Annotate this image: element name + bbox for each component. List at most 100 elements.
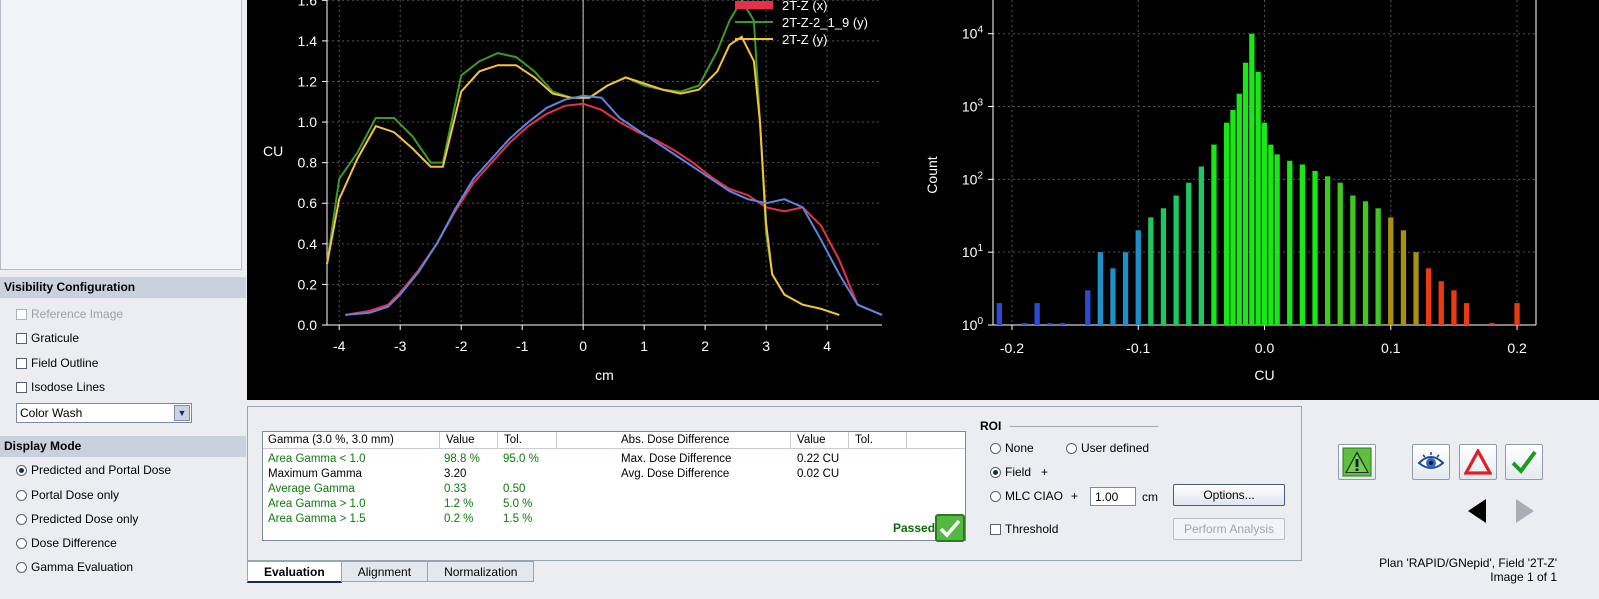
dose-row-value: 0.02 CU	[797, 468, 840, 480]
radio-dot[interactable]	[16, 464, 27, 476]
checkbox-box[interactable]	[16, 381, 27, 393]
radio-dot[interactable]	[1066, 442, 1077, 454]
mode-dose-difference-radio[interactable]: Dose Difference	[16, 534, 117, 552]
y-tick-label: 0.2	[298, 276, 318, 292]
checkbox-box[interactable]	[16, 332, 27, 344]
gamma-row-value: 3.20	[444, 468, 467, 480]
delta-icon	[1464, 449, 1492, 475]
histogram-bar	[1375, 208, 1381, 325]
radio-dot[interactable]	[16, 537, 27, 549]
checkbox-box[interactable]	[16, 308, 27, 320]
bottom-tabs: Evaluation Alignment Normalization	[247, 561, 535, 583]
x-tick-label: -2	[455, 338, 468, 354]
y-axis-label: Count	[924, 156, 940, 193]
roi-field-radio[interactable]: Field +	[990, 465, 1048, 479]
tab-normalization[interactable]: Normalization	[427, 561, 535, 582]
mode-portal-only-radio[interactable]: Portal Dose only	[16, 486, 119, 504]
histogram-bar	[1047, 323, 1053, 325]
y-tick-label: 1.2	[298, 73, 318, 89]
histogram-bar	[1186, 182, 1192, 325]
histogram-plot-panel: -0.2 -0.1 0.0 0.1 0.2 100 101 102 103 104 CU Count	[907, 0, 1599, 400]
roi-divider	[1010, 426, 1158, 427]
histogram-bar	[1514, 303, 1520, 325]
options-button[interactable]: Options...	[1173, 484, 1285, 506]
radio-label: Predicted Dose only	[31, 512, 139, 526]
tab-evaluation[interactable]: Evaluation	[247, 561, 342, 583]
gamma-row-tol: 95.0 %	[503, 453, 539, 465]
legend-label: 2T-Z-2_1_9 (y)	[782, 15, 868, 30]
x-tick-label: 0.2	[1507, 340, 1527, 356]
chevron-down-icon[interactable]: ▼	[174, 405, 190, 421]
histogram-bar	[1135, 230, 1141, 325]
histogram-bar	[1299, 164, 1305, 325]
histogram-bar	[1413, 252, 1419, 325]
radio-dot[interactable]	[990, 466, 1001, 478]
warning-button[interactable]	[1338, 444, 1376, 480]
colormap-value: Color Wash	[20, 406, 83, 420]
x-tick-label: -1	[516, 338, 529, 354]
histogram-bar	[1021, 323, 1028, 325]
histogram-bar	[1148, 217, 1154, 325]
checkmark-icon	[1511, 450, 1537, 475]
histogram-bar	[1224, 122, 1230, 325]
passed-label: Passed	[893, 521, 936, 535]
threshold-checkbox[interactable]: Threshold	[990, 522, 1058, 536]
histogram-bar	[1211, 144, 1217, 325]
histogram-bar	[1110, 268, 1116, 325]
radio-dot[interactable]	[16, 489, 27, 501]
histogram-bar	[1268, 144, 1274, 325]
visibility-config-header: Visibility Configuration	[0, 277, 246, 298]
tab-alignment[interactable]: Alignment	[340, 561, 429, 582]
gamma-row-value: 0.33	[444, 483, 467, 495]
y-tick-label: 103	[962, 98, 984, 115]
histogram-bar	[1312, 171, 1318, 325]
histogram-bar	[1122, 252, 1129, 325]
radio-label: Field	[1005, 465, 1032, 479]
margin-unit: cm	[1142, 490, 1158, 504]
mode-predicted-only-radio[interactable]: Predicted Dose only	[16, 510, 138, 528]
mode-predicted-and-portal-radio[interactable]: Predicted and Portal Dose	[16, 461, 171, 479]
mode-gamma-evaluation-radio[interactable]: Gamma Evaluation	[16, 558, 133, 576]
histogram-bar	[1438, 281, 1444, 325]
roi-none-radio[interactable]: None	[990, 441, 1034, 455]
field-outline-checkbox[interactable]: Field Outline	[16, 354, 98, 372]
colormap-select[interactable]: Color Wash ▼	[16, 403, 192, 423]
roi-user-defined-radio[interactable]: User defined	[1066, 441, 1149, 455]
dose-header-tol: Tol.	[855, 434, 873, 446]
reference-image-checkbox[interactable]: Reference Image	[16, 305, 123, 323]
radio-dot[interactable]	[16, 561, 27, 573]
histogram-bar	[1325, 176, 1331, 325]
isodose-lines-checkbox[interactable]: Isodose Lines	[16, 378, 105, 396]
previous-arrow-icon[interactable]	[1466, 498, 1488, 524]
view-button[interactable]	[1412, 444, 1450, 480]
plan-info: Plan 'RAPID/GNepid', Field '2T-Z'	[1379, 556, 1557, 570]
margin-input[interactable]	[1090, 487, 1136, 506]
radio-dot[interactable]	[990, 442, 1001, 454]
checkbox-label: Reference Image	[31, 307, 124, 321]
accept-button[interactable]	[1505, 444, 1543, 480]
radio-dot[interactable]	[16, 513, 27, 525]
histogram-bar	[1287, 160, 1293, 325]
gamma-header-value: Value	[446, 434, 475, 446]
y-tick-label: 102	[962, 170, 984, 187]
delta-button[interactable]	[1459, 444, 1497, 480]
radio-dot[interactable]	[990, 490, 1001, 502]
perform-analysis-button[interactable]: Perform Analysis	[1173, 518, 1285, 540]
histogram-bar	[1255, 71, 1261, 325]
histogram-bar	[1400, 230, 1407, 325]
y-tick-label: 1.0	[298, 114, 318, 130]
checkbox-box[interactable]	[16, 357, 27, 369]
next-arrow-icon[interactable]	[1514, 498, 1536, 524]
gamma-row-label: Area Gamma > 1.5	[268, 513, 366, 525]
series-line-0	[345, 102, 883, 316]
checkbox-box[interactable]	[990, 523, 1001, 535]
legend-label: 2T-Z (y)	[782, 32, 828, 47]
histogram-bar	[1337, 182, 1343, 325]
checkbox-label: Isodose Lines	[31, 380, 106, 394]
x-tick-label: 2	[701, 338, 709, 354]
x-tick-label: 1	[640, 338, 648, 354]
x-tick-label: 0.0	[1255, 340, 1275, 356]
y-tick-label: 100	[962, 316, 984, 333]
roi-mlc-radio[interactable]: MLC CIAO +	[990, 489, 1078, 503]
graticule-checkbox[interactable]: Graticule	[16, 329, 79, 347]
